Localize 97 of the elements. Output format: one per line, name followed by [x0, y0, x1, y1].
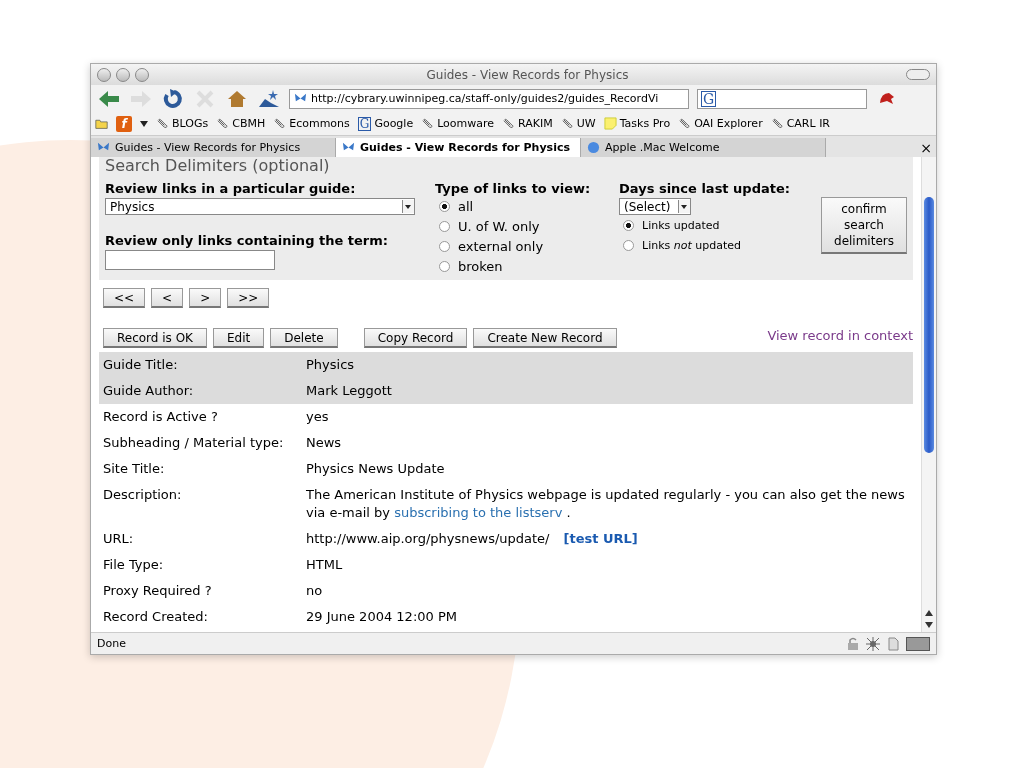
field-value: Mark Leggott: [306, 383, 392, 398]
paperclip-icon: [502, 117, 516, 130]
back-arrow-icon[interactable]: [97, 88, 121, 109]
action-button[interactable]: Edit: [213, 328, 265, 348]
scrollbar[interactable]: [921, 157, 936, 632]
pager-button[interactable]: <<: [103, 288, 146, 308]
field-label: URL:: [103, 530, 135, 548]
field-label: Guide Title:: [103, 356, 179, 374]
reload-icon[interactable]: [161, 88, 185, 109]
paperclip-icon: [421, 117, 435, 130]
field-label: Site Title:: [103, 460, 166, 478]
radio-button[interactable]: [623, 219, 634, 231]
context-link[interactable]: View record in context: [767, 328, 913, 343]
close-icon[interactable]: ×: [920, 139, 932, 156]
field-value: yes: [306, 409, 329, 424]
confirm-button[interactable]: confirm search delimiters: [821, 197, 907, 254]
pager-button[interactable]: <: [151, 288, 184, 308]
guide-dropdown[interactable]: Physics: [105, 198, 415, 215]
section-heading: Search Delimiters (optional): [105, 157, 331, 175]
browser-tab[interactable]: Guides - View Records for Physics: [91, 138, 336, 157]
field-label: Guide Author:: [103, 382, 195, 400]
google-logo-icon: G: [357, 116, 372, 131]
paperclip-icon: [273, 117, 287, 130]
feed-icon[interactable]: f: [116, 115, 132, 132]
radio-label: broken: [458, 258, 503, 274]
field-label: Proxy Required ?: [103, 582, 213, 600]
page-icon: [886, 636, 900, 651]
bookmark-link[interactable]: Ecommons: [273, 117, 350, 130]
days-dropdown[interactable]: (Select): [619, 198, 691, 215]
radio-label: all: [458, 198, 474, 214]
window-title: Guides - View Records for Physics: [425, 67, 630, 82]
field-value: 29 June 2004 12:00 PM: [306, 609, 457, 624]
bookmark-link[interactable]: Loomware: [421, 117, 495, 130]
field-label: Subheading / Material type:: [103, 434, 285, 452]
pager-button[interactable]: >: [189, 288, 222, 308]
field-value: Physics News Update: [306, 461, 445, 476]
address-field[interactable]: http://cybrary.uwinnipeg.ca/staff-only/guides2/guides_RecordVi: [289, 88, 689, 109]
field-label: File Type:: [103, 556, 165, 574]
search-field[interactable]: G: [697, 88, 867, 109]
pager-button[interactable]: >>: [227, 288, 270, 308]
radio-label: Links not updated: [642, 238, 742, 252]
field-label: Record is Active ?: [103, 408, 219, 426]
note-icon: [603, 117, 617, 130]
radio-label: Links updated: [642, 218, 720, 232]
radio-button[interactable]: [439, 240, 450, 252]
test-url-link[interactable]: [test URL]: [563, 531, 638, 546]
bookmark-link[interactable]: RAKIM: [502, 117, 553, 130]
field-label: Review links in a particular guide:: [105, 181, 357, 196]
window-control-icon[interactable]: [116, 67, 130, 82]
paperclip-icon: [156, 117, 169, 130]
field-label: Review only links containing the term:: [105, 233, 389, 248]
radio-button[interactable]: [439, 220, 450, 232]
action-button[interactable]: Create New Record: [473, 328, 617, 348]
paperclip-icon: [770, 117, 784, 130]
bookmark-link[interactable]: CARL IR: [770, 117, 831, 130]
folder-icon[interactable]: [95, 117, 108, 130]
field-value: Physics: [306, 357, 355, 372]
padlock-icon: [846, 636, 860, 651]
field-label: Type of links to view:: [435, 181, 592, 196]
toolbar-toggle-icon[interactable]: [906, 69, 930, 80]
caret-icon[interactable]: [140, 120, 148, 127]
window-control-icon[interactable]: [135, 67, 149, 82]
field-value: no: [306, 583, 323, 598]
listserv-link[interactable]: subscribing to the listserv: [394, 505, 563, 520]
action-button[interactable]: Delete: [270, 328, 338, 348]
bookmark-link[interactable]: Tasks Pro: [603, 117, 671, 130]
radio-button[interactable]: [439, 200, 450, 212]
radio-label: U. of W. only: [458, 218, 540, 234]
globe-icon: [587, 141, 600, 154]
bookmark-link[interactable]: CBMH: [216, 117, 266, 130]
field-label: Days since last update:: [619, 181, 791, 196]
bookmark-link[interactable]: OAI Explorer: [678, 117, 763, 130]
xml-badge-icon: [906, 636, 930, 651]
paperclip-icon: [678, 117, 692, 130]
action-button[interactable]: Record is OK: [103, 328, 207, 348]
radio-button[interactable]: [623, 239, 634, 251]
window-control-icon[interactable]: [97, 67, 111, 82]
action-button[interactable]: Copy Record: [363, 328, 468, 348]
field-label: Record Created:: [103, 608, 209, 626]
browser-tab[interactable]: Apple .Mac Welcome: [581, 138, 826, 157]
bookmark-link[interactable]: UW: [560, 117, 596, 130]
paperclip-icon: [560, 117, 574, 130]
field-value: News: [306, 435, 342, 450]
browser-tab[interactable]: Guides - View Records for Physics: [336, 138, 581, 157]
bookmark-link[interactable]: G Google: [357, 116, 414, 131]
radio-button[interactable]: [439, 260, 450, 272]
bookmark-link[interactable]: BLOGs: [156, 117, 209, 130]
radio-label: external only: [458, 238, 544, 254]
field-value: The American Institute of Physics webpage is updated regularly - you can also get the news via e-mail by subscribing to the listserv .: [306, 486, 906, 522]
google-logo-icon: G: [701, 90, 717, 107]
paperclip-icon: [216, 117, 230, 130]
field-value: HTML: [306, 557, 343, 572]
term-input-field[interactable]: [105, 250, 275, 270]
status-text: Done: [97, 637, 126, 650]
field-label: Description:: [103, 486, 183, 504]
bug-icon: [866, 636, 880, 651]
field-value: http://www.aip.org/physnews/update/: [306, 531, 550, 546]
